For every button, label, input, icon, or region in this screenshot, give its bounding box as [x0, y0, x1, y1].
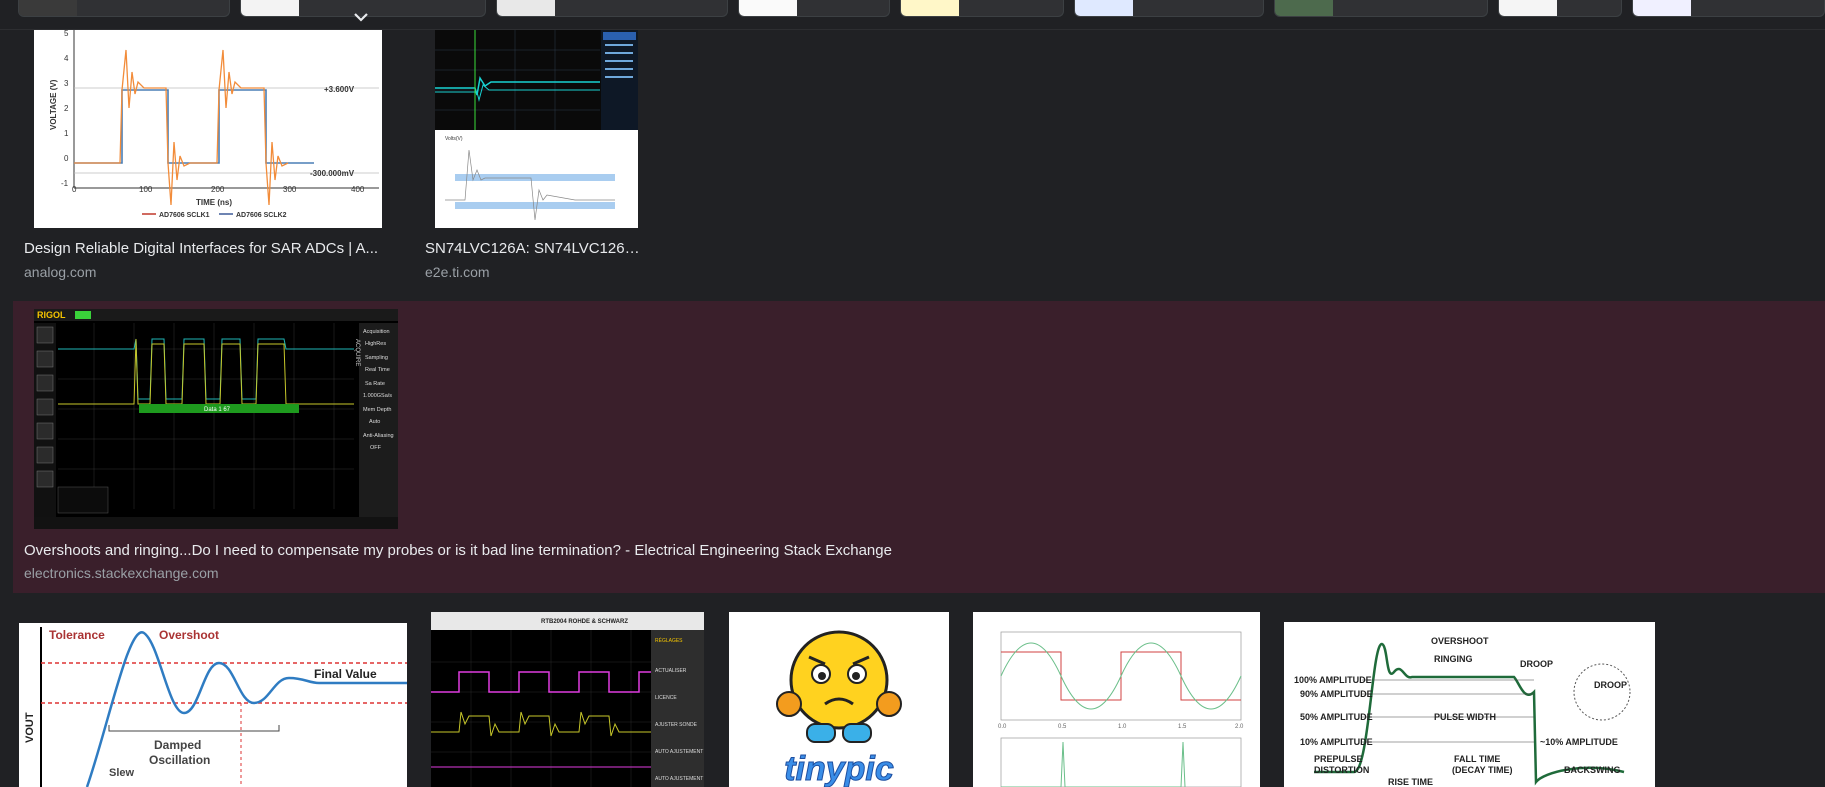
- pulse-label: RISE TIME: [1388, 777, 1433, 787]
- y-tick: 2: [64, 104, 69, 113]
- pulse-label: 10% AMPLITUDE: [1300, 737, 1373, 747]
- related-chip[interactable]: [18, 0, 230, 17]
- pulse-label: ~10% AMPLITUDE: [1540, 737, 1618, 747]
- result-title[interactable]: Design Reliable Digital Interfaces for S…: [24, 240, 384, 257]
- result-domain[interactable]: e2e.ti.com: [425, 264, 490, 280]
- related-chip[interactable]: [1498, 0, 1622, 17]
- scope-menu-item: HighRes: [365, 341, 386, 347]
- scope-menu-item: 1.000GSa/s: [363, 393, 392, 399]
- x-tick: 400: [351, 185, 365, 194]
- pulse-label: FALL TIME: [1454, 754, 1500, 764]
- x-tick: 2.0: [1235, 724, 1244, 730]
- pulse-label: DISTORTION: [1314, 765, 1369, 775]
- pulse-label: OVERSHOOT: [1431, 636, 1489, 646]
- legend-entry: AD7606 SCLK2: [236, 212, 287, 219]
- rs-menu-item: AJUSTER SONDE: [655, 722, 698, 728]
- result-thumbnail[interactable]: 0.0 0.5 1.0 1.5 2.0: [973, 612, 1260, 787]
- result-thumbnail[interactable]: 5 4 3 2 1 0 -1 0 100 200 300 400 VOLTAGE…: [34, 30, 382, 228]
- related-chip[interactable]: [900, 0, 1064, 17]
- high-level-label: +3.600V: [324, 85, 355, 94]
- x-tick: 0.5: [1058, 724, 1067, 730]
- x-tick: 200: [211, 185, 225, 194]
- low-level-label: -300.000mV: [310, 169, 355, 178]
- y-tick: 0: [64, 154, 69, 163]
- y-tick: 1: [64, 129, 69, 138]
- x-tick: 100: [139, 185, 153, 194]
- pulse-label: RINGING: [1434, 654, 1473, 664]
- rs-scope-header: RTB2004 ROHDE & SCHWARZ: [541, 619, 628, 625]
- pulse-label: 50% AMPLITUDE: [1300, 712, 1373, 722]
- scope-menu-item: Sa Rate: [365, 381, 385, 387]
- result-title[interactable]: Overshoots and ringing...Do I need to co…: [24, 542, 1124, 559]
- related-chip[interactable]: [496, 0, 728, 17]
- rs-menu-item: AUTO AJUSTEMENT: [655, 776, 703, 782]
- x-tick: 300: [283, 185, 297, 194]
- result-thumbnail[interactable]: OVERSHOOT RINGING DROOP DROOP 100% AMPLI…: [1284, 622, 1655, 787]
- scope-menu-item: Acquisition: [363, 329, 390, 335]
- x-tick: 1.5: [1178, 724, 1187, 730]
- result-thumbnail[interactable]: Volts(V): [435, 30, 638, 228]
- vout-label: VOUT: [24, 712, 36, 743]
- oscillation-label: Oscillation: [149, 753, 210, 767]
- rs-menu-item: ACTUALISER: [655, 668, 687, 674]
- y-tick: -1: [61, 179, 69, 188]
- scope-menu-item: OFF: [370, 445, 382, 451]
- scope-menu-item: Anti-Aliasing: [363, 433, 394, 439]
- scope-menu-item: Real Time: [365, 367, 390, 373]
- result-domain[interactable]: electronics.stackexchange.com: [24, 565, 219, 581]
- related-thumbnails-strip: [0, 0, 1825, 30]
- result-title[interactable]: SN74LVC126A: SN74LVC126A...: [425, 240, 645, 257]
- bus-decode-label: Data 1 67: [204, 407, 231, 413]
- chevron-down-icon[interactable]: [352, 10, 370, 24]
- pulse-label: 90% AMPLITUDE: [1300, 689, 1373, 699]
- scope-menu-title: ACQUIRE: [354, 339, 360, 366]
- y-tick: 5: [64, 30, 69, 38]
- x-tick: 0.0: [998, 724, 1007, 730]
- damped-label: Damped: [154, 738, 201, 752]
- related-chip[interactable]: [1632, 0, 1825, 17]
- pulse-label: DROOP: [1520, 659, 1553, 669]
- x-axis-label: TIME (ns): [196, 198, 232, 207]
- x-tick: 1.0: [1118, 724, 1127, 730]
- rs-menu-item: AUTO AJUSTEMENT: [655, 749, 703, 755]
- result-domain[interactable]: analog.com: [24, 264, 96, 280]
- rs-menu-item: LICENCE: [655, 695, 677, 701]
- related-chip[interactable]: [1274, 0, 1488, 17]
- final-value-label: Final Value: [314, 667, 377, 681]
- y-tick: 4: [64, 54, 69, 63]
- scope-menu-item: Sampling: [365, 355, 388, 361]
- result-thumbnail[interactable]: RTB2004 ROHDE & SCHWARZ RÉGLAGES ACTUALI…: [431, 612, 704, 787]
- slew-label: Slew: [109, 767, 135, 779]
- result-thumbnail[interactable]: RIGOL Data 1 67 ACQUIRE Acquisition High…: [34, 309, 398, 529]
- overshoot-label: Overshoot: [159, 628, 219, 642]
- result-thumbnail[interactable]: Tolerance Overshoot Final Value Damped O…: [19, 623, 407, 787]
- pulse-label: DROOP: [1594, 680, 1627, 690]
- pulse-label: 100% AMPLITUDE: [1294, 675, 1372, 685]
- pulse-label: PULSE WIDTH: [1434, 712, 1496, 722]
- pulse-label: PREPULSE: [1314, 754, 1363, 764]
- rs-menu-item: RÉGLAGES: [655, 637, 683, 644]
- x-tick: 0: [72, 185, 77, 194]
- related-chip[interactable]: [1074, 0, 1264, 17]
- pulse-label: (DECAY TIME): [1452, 765, 1513, 775]
- tinypic-logo: tinypic: [784, 750, 894, 787]
- image-results-page: 5 4 3 2 1 0 -1 0 100 200 300 400 VOLTAGE…: [0, 0, 1825, 787]
- sub-plot-label: Volts(V): [445, 136, 463, 142]
- y-axis-label: VOLTAGE (V): [49, 79, 58, 130]
- pulse-label: BACKSWING: [1564, 765, 1621, 775]
- legend-entry: AD7606 SCLK1: [159, 212, 210, 219]
- scope-menu-item: Auto: [369, 419, 380, 425]
- tolerance-label: Tolerance: [49, 628, 105, 642]
- scope-menu-item: Mem Depth: [363, 407, 391, 413]
- related-chip[interactable]: [738, 0, 890, 17]
- scope-brand: RIGOL: [37, 310, 66, 320]
- result-thumbnail[interactable]: tinypic: [729, 612, 949, 787]
- y-tick: 3: [64, 79, 69, 88]
